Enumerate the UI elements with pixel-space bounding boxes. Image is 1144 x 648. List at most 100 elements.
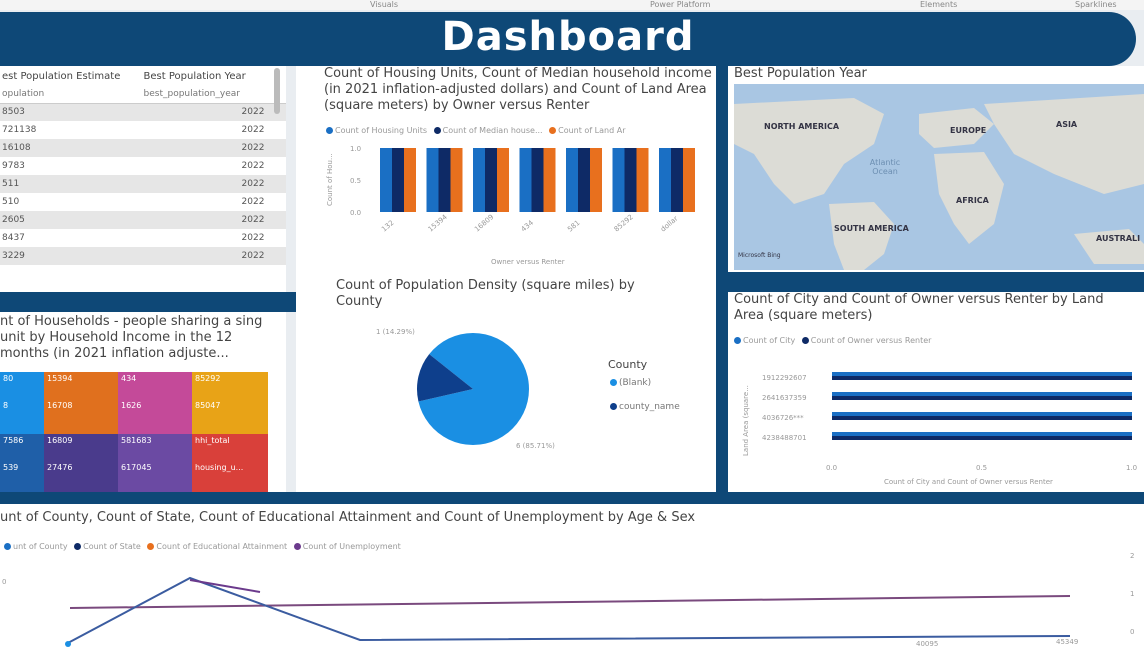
bottom-line-panel: unt of County, Count of State, Count of …	[0, 504, 1144, 648]
chart-title: Count of City and Count of Owner versus …	[734, 292, 1104, 323]
column-header[interactable]: Best Population Year	[142, 66, 286, 85]
treemap-tile[interactable]: 7586 539	[0, 434, 44, 492]
table-cell: 2022	[141, 175, 286, 193]
series-line	[69, 595, 1071, 609]
legend-label[interactable]: Count of Housing Units	[335, 126, 427, 135]
legend-label[interactable]: Count of City	[743, 336, 795, 345]
x-tick-label: 0.0	[826, 464, 837, 472]
housing-column-chart: 1.0 0.5 0.0 Count of Hou... 132 15394 16809 434…	[326, 145, 695, 266]
x-tick-label: 581	[566, 219, 581, 234]
map-label: SOUTH AMERICA	[834, 224, 909, 233]
households-panel: nt of Households - people sharing a sing…	[0, 312, 286, 492]
y-tick-label: 0	[1130, 628, 1134, 636]
table-cell: 2022	[141, 211, 286, 229]
table-cell: 721138	[2, 125, 37, 135]
column-bar	[578, 148, 590, 212]
treemap-tile[interactable]: 80 8	[0, 372, 44, 434]
y-axis-label: Land Area (square...	[742, 385, 750, 456]
section-divider	[716, 66, 728, 492]
y-tick-label: 0	[2, 578, 6, 586]
pie-legend-item[interactable]: county_name	[606, 402, 680, 412]
table-cell: 3229	[0, 247, 142, 265]
legend-label[interactable]: Count of Median house...	[443, 126, 543, 135]
section-divider	[0, 492, 1144, 504]
legend-title: County	[608, 358, 648, 371]
y-axis-label: Count of Hou...	[326, 153, 334, 206]
y-tick-label: 4238488701	[762, 434, 807, 442]
ribbon-item[interactable]: Sparklines	[1075, 0, 1117, 9]
y-tick-label: 4036726***	[762, 414, 804, 422]
table-cell: 16108	[0, 139, 142, 157]
table-cell: 2022	[141, 139, 286, 157]
column-bar	[497, 148, 509, 212]
x-tick-label: 45349	[1056, 638, 1078, 646]
legend-label[interactable]: Count of Owner versus Renter	[811, 336, 932, 345]
pie-chart-panel: Count of Population Density (square mile…	[296, 272, 716, 492]
chart-legend: Count of City Count of Owner versus Rent…	[730, 336, 931, 345]
column-bar	[450, 148, 463, 212]
x-tick-label: 132	[380, 219, 395, 234]
treemap-tile[interactable]: 15394 16708	[44, 372, 118, 434]
table-scrollbar[interactable]	[274, 68, 280, 114]
horizontal-bar	[832, 412, 1132, 416]
table-row[interactable]: 16108 2022	[0, 139, 286, 157]
table-cell: 9783	[2, 161, 25, 171]
age-sex-line-chart: 0 2 1 0 40095 45349	[2, 552, 1134, 648]
pie-data-label: 6 (85.71%)	[516, 442, 555, 450]
chart-title: Count of Population Density (square mile…	[336, 278, 635, 309]
series-line	[65, 576, 1071, 645]
y-tick-label: 1912292607	[762, 374, 807, 382]
column-bar	[519, 148, 532, 212]
x-tick-label: 85292	[613, 213, 635, 233]
column-bar	[659, 148, 671, 212]
x-tick-label: 0.5	[976, 464, 987, 472]
map-canvas[interactable]: NORTH AMERICA EUROPE ASIA Atlantic Ocean…	[734, 84, 1144, 270]
ribbon-item[interactable]: Elements	[920, 0, 957, 9]
treemap-tile[interactable]: hhi_total housing_u...	[192, 434, 268, 492]
x-tick-label: 16809	[473, 213, 495, 233]
city-bar-chart: 1912292607 2641637359 4036726*** 4238488701…	[742, 372, 1137, 486]
y-tick-label: 2	[1130, 552, 1134, 560]
pie-legend-item[interactable]: (Blank)	[606, 378, 651, 388]
sub-header: best_population_year	[141, 85, 286, 104]
table-row[interactable]: 8503 2022	[0, 103, 286, 121]
table-row[interactable]: 511 2022	[0, 175, 286, 193]
column-bar	[566, 148, 578, 212]
horizontal-bar	[832, 396, 1132, 400]
legend-dot	[734, 337, 741, 344]
map-label: AUSTRALI	[1096, 234, 1141, 243]
treemap-tile[interactable]: 434 1626	[118, 372, 192, 434]
treemap-tile[interactable]: 16809 27476	[44, 434, 118, 492]
table-row[interactable]: 3229 2022	[0, 247, 286, 265]
column-bar	[392, 148, 404, 212]
ribbon-item[interactable]: Visuals	[370, 0, 398, 9]
legend-dot	[801, 337, 809, 344]
x-tick-label: 1.0	[1126, 464, 1137, 472]
table-row[interactable]: 8437 2022	[0, 229, 286, 247]
table-cell: 8503	[0, 103, 142, 121]
map-label: Atlantic Ocean	[869, 158, 901, 176]
horizontal-bar	[832, 376, 1132, 380]
column-header[interactable]: est Population Estimate	[0, 66, 142, 85]
table-cell: 2022	[241, 233, 265, 243]
table-row[interactable]: 721138 2022	[0, 121, 286, 139]
y-tick-label: 2641637359	[762, 394, 807, 402]
legend-dot	[610, 403, 617, 410]
x-tick-label: 15394	[427, 213, 450, 234]
table-cell: 2022	[241, 125, 265, 135]
horizontal-bar	[832, 392, 1132, 396]
table-cell: 510	[2, 197, 20, 207]
table-row[interactable]: 2605 2022	[0, 211, 286, 229]
population-table-panel: est Population Estimate Best Population …	[0, 66, 286, 292]
section-divider	[0, 292, 296, 312]
bing-logo: Microsoft Bing	[738, 252, 781, 259]
ribbon-item[interactable]: Power Platform	[650, 0, 710, 9]
table-row[interactable]: 510 2022	[0, 193, 286, 211]
legend-label[interactable]: Count of Land Ar	[558, 126, 625, 135]
column-bar	[683, 148, 695, 212]
treemap-tile[interactable]: 581683 617045	[118, 434, 192, 492]
table-cell: 8437	[2, 233, 25, 243]
table-row[interactable]: 9783 2022	[0, 157, 286, 175]
treemap-tile[interactable]: 85292 85047	[192, 372, 268, 434]
map-panel: Best Population Year NORTH AMERICA EUROP…	[728, 66, 1144, 272]
